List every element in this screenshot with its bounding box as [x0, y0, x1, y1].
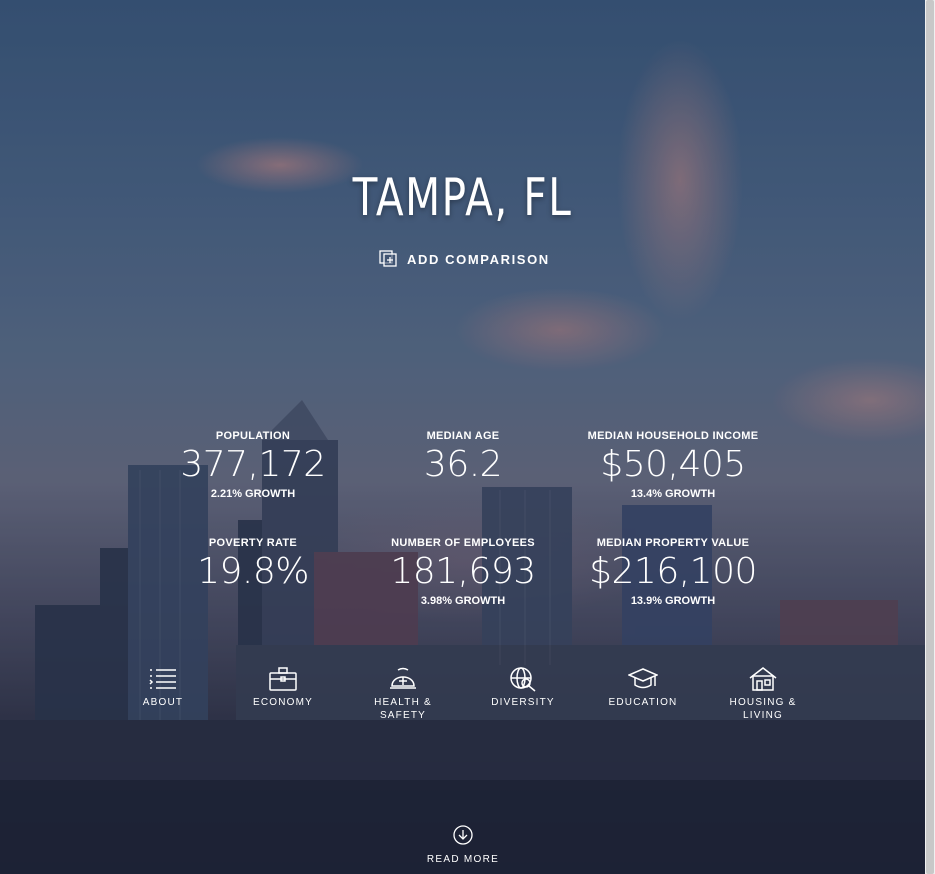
scrollbar-thumb[interactable]: [926, 0, 934, 874]
stat-number-of-employees: NUMBER OF EMPLOYEES 181,693 3.98% GROWTH: [353, 537, 573, 607]
stat-growth: 3.98% GROWTH: [420, 595, 506, 607]
add-comparison-label: ADD COMPARISON: [407, 251, 550, 267]
arrow-down-circle-icon: [453, 825, 473, 845]
nav-label: ECONOMY: [252, 697, 314, 708]
house-icon: [749, 667, 777, 691]
scrollbar-track[interactable]: [925, 0, 935, 874]
stat-value: 36.2: [423, 444, 503, 485]
stat-growth: 13.4% GROWTH: [630, 488, 716, 500]
nav-economy[interactable]: ECONOMY: [233, 666, 333, 709]
add-comparison-icon: [379, 250, 397, 267]
stat-value: 377,172: [180, 444, 326, 485]
hero-section: TAMPA, FL ADD COMPARISON POPULATION 377,…: [0, 0, 935, 874]
stat-poverty-rate: POVERTY RATE 19.8%: [143, 537, 363, 593]
stat-label: MEDIAN HOUSEHOLD INCOME: [587, 430, 759, 442]
nav-label-line1: HOUSING &: [729, 697, 797, 708]
briefcase-icon: [269, 667, 297, 691]
nav-education[interactable]: EDUCATION: [593, 666, 693, 709]
nav-label: EDUCATION: [608, 697, 678, 708]
stat-growth: 13.9% GROWTH: [630, 595, 716, 607]
stat-label: NUMBER OF EMPLOYEES: [391, 537, 535, 549]
nav-label: ABOUT: [142, 697, 184, 708]
graduation-cap-icon: [628, 668, 658, 689]
nav-housing-living[interactable]: HOUSING & LIVING: [713, 666, 813, 722]
globe-search-icon: [510, 667, 536, 692]
stat-median-household-income: MEDIAN HOUSEHOLD INCOME $50,405 13.4% GR…: [563, 430, 783, 500]
nav-diversity[interactable]: DIVERSITY: [473, 666, 573, 709]
nav-about[interactable]: ABOUT: [113, 666, 213, 709]
read-more-button[interactable]: READ MORE: [413, 825, 513, 865]
stat-label: MEDIAN AGE: [426, 430, 500, 442]
stat-label: POPULATION: [215, 430, 291, 442]
helmet-icon: [390, 667, 416, 689]
stat-value: 181,693: [390, 551, 536, 592]
nav-label-line2: LIVING: [743, 710, 783, 721]
stat-population: POPULATION 377,172 2.21% GROWTH: [143, 430, 363, 500]
add-comparison-button[interactable]: ADD COMPARISON: [379, 250, 550, 268]
stat-growth: 2.21% GROWTH: [210, 488, 296, 500]
stat-value: $216,100: [589, 551, 757, 592]
nav-label: HEALTH & SAFETY: [374, 697, 432, 721]
page-title: TAMPA, FL: [352, 168, 573, 228]
nav-label: DIVERSITY: [491, 697, 555, 708]
stat-label: POVERTY RATE: [208, 537, 298, 549]
read-more-label: READ MORE: [426, 854, 500, 865]
stat-median-property-value: MEDIAN PROPERTY VALUE $216,100 13.9% GRO…: [563, 537, 783, 607]
stat-value: 19.8%: [197, 551, 309, 592]
stat-median-age: MEDIAN AGE 36.2: [353, 430, 573, 486]
nav-health-safety[interactable]: HEALTH & SAFETY: [353, 666, 453, 722]
stat-value: $50,405: [600, 444, 746, 485]
list-icon: [149, 669, 176, 689]
stat-label: MEDIAN PROPERTY VALUE: [596, 537, 750, 549]
